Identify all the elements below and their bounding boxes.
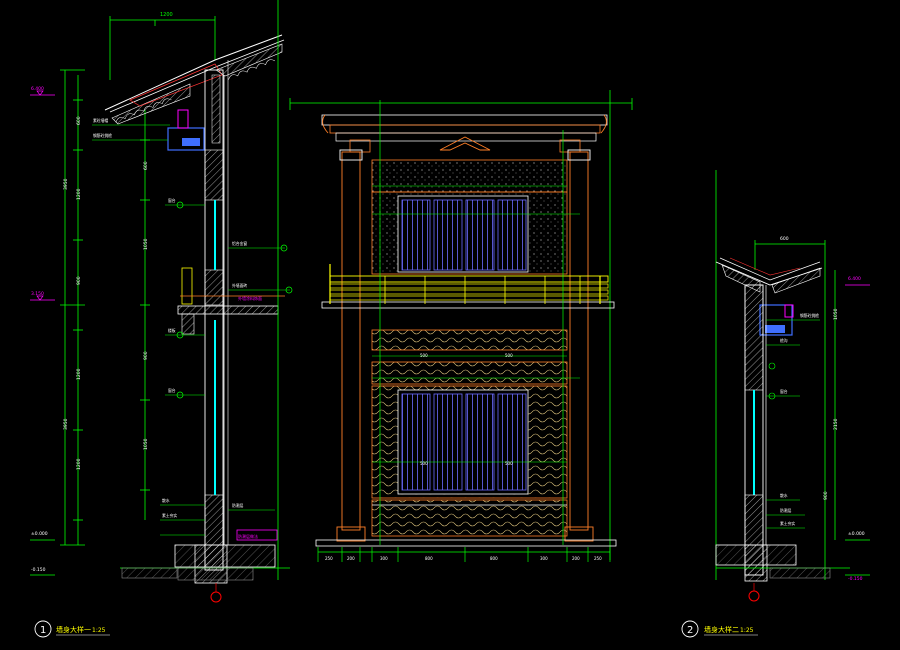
svg-text:500: 500 <box>420 461 428 466</box>
section-title-2: 2 墙身大样二 1:25 <box>681 620 758 638</box>
wall-body <box>204 60 229 571</box>
gutter <box>167 109 205 151</box>
svg-text:900: 900 <box>143 351 149 360</box>
elevation-marks-2: 6.400 ±0.000 -0.150 <box>845 276 870 582</box>
svg-text:素土夯实: 素土夯实 <box>162 513 177 518</box>
svg-text:外墙涂料饰面: 外墙涂料饰面 <box>238 295 262 301</box>
title-text-2: 墙身大样二 <box>704 625 739 634</box>
wall-section-1: 1200 3950 3950 600 1200 900 1200 1200 60… <box>30 0 293 603</box>
upper-windows <box>397 195 529 273</box>
svg-text:钢筋砼挑檐: 钢筋砼挑檐 <box>93 133 112 138</box>
wall-section-2: 600 1050 2150 900 钢筋砼挑檐 檐沟 窗台 散水 防潮层 素土夯… <box>715 170 870 602</box>
svg-text:窗台: 窗台 <box>780 389 788 394</box>
bottom-dimensions <box>317 547 611 562</box>
elevation-ground-label-2: -0.150 <box>848 576 863 582</box>
title-text-1: 墙身大样一 <box>56 625 91 634</box>
svg-text:800: 800 <box>425 556 433 561</box>
svg-text:800: 800 <box>490 556 498 561</box>
svg-text:1200: 1200 <box>76 188 82 200</box>
svg-text:900: 900 <box>76 276 82 285</box>
svg-text:外墙面砖: 外墙面砖 <box>232 283 247 288</box>
dimension-chain-left <box>60 69 150 546</box>
svg-text:1200: 1200 <box>76 368 82 380</box>
svg-text:1050: 1050 <box>143 238 149 250</box>
title-scale-1: 1:25 <box>92 627 106 634</box>
svg-text:6.400: 6.400 <box>848 276 861 282</box>
elevation-ground-label: -0.150 <box>31 567 46 573</box>
elevation-roof <box>321 114 608 153</box>
svg-text:300: 300 <box>380 556 388 561</box>
svg-text:铝合金窗: 铝合金窗 <box>232 241 247 246</box>
svg-text:1050: 1050 <box>143 438 149 450</box>
elevation-marks: 6.400 3.150 ±0.000 -0.150 <box>30 86 55 576</box>
middle-frieze <box>371 329 568 351</box>
svg-text:素土夯实: 素土夯实 <box>780 521 795 526</box>
svg-text:1200: 1200 <box>160 12 173 18</box>
lower-windows <box>397 389 529 495</box>
svg-text:防潮层做法: 防潮层做法 <box>238 533 258 539</box>
svg-text:500: 500 <box>505 353 513 358</box>
svg-text:600: 600 <box>780 236 789 242</box>
axis-bubble-2 <box>748 590 760 602</box>
svg-text:1050: 1050 <box>833 308 839 320</box>
front-elevation: 250 200 300 800 800 300 200 250 500 500 … <box>289 90 633 562</box>
svg-text:200: 200 <box>347 556 355 561</box>
svg-text:防潮层: 防潮层 <box>232 503 244 508</box>
elevation-zero-label-2: ±0.000 <box>848 531 865 537</box>
svg-text:防潮层: 防潮层 <box>780 508 792 513</box>
axis-bubble <box>210 591 222 603</box>
title-number-1: 1 <box>40 625 46 636</box>
upper-frieze <box>371 159 568 193</box>
section-title-1: 1 墙身大样一 1:25 <box>34 620 110 638</box>
cad-drawing-canvas: 1200 3950 3950 600 1200 900 1200 1200 60… <box>0 0 900 650</box>
svg-text:楼板: 楼板 <box>168 328 176 333</box>
title-scale-2: 1:25 <box>740 627 754 634</box>
roof-eave <box>104 34 285 125</box>
svg-text:2150: 2150 <box>833 418 839 430</box>
svg-text:散水: 散水 <box>162 498 170 503</box>
roof-eave-2 <box>715 257 823 294</box>
svg-text:窗台: 窗台 <box>168 388 176 393</box>
svg-text:3950: 3950 <box>63 178 69 190</box>
svg-text:600: 600 <box>143 161 149 170</box>
svg-text:3.150: 3.150 <box>31 291 44 297</box>
svg-text:250: 250 <box>325 556 333 561</box>
svg-text:素砼墙帽: 素砼墙帽 <box>93 118 108 123</box>
svg-text:檐沟: 檐沟 <box>780 338 788 343</box>
svg-text:窗台: 窗台 <box>168 198 176 203</box>
svg-text:钢筋砼挑檐: 钢筋砼挑檐 <box>800 313 819 318</box>
elevation-zero-label: ±0.000 <box>31 531 48 537</box>
svg-text:300: 300 <box>540 556 548 561</box>
svg-text:散水: 散水 <box>780 493 788 498</box>
svg-text:500: 500 <box>505 461 513 466</box>
svg-text:6.400: 6.400 <box>31 86 44 92</box>
svg-text:200: 200 <box>572 556 580 561</box>
svg-text:3950: 3950 <box>63 418 69 430</box>
title-number-2: 2 <box>687 625 693 636</box>
floor-slab <box>177 267 285 335</box>
svg-text:250: 250 <box>594 556 602 561</box>
svg-text:600: 600 <box>76 116 82 125</box>
svg-text:900: 900 <box>823 491 829 500</box>
svg-text:500: 500 <box>420 353 428 358</box>
svg-text:1200: 1200 <box>76 458 82 470</box>
